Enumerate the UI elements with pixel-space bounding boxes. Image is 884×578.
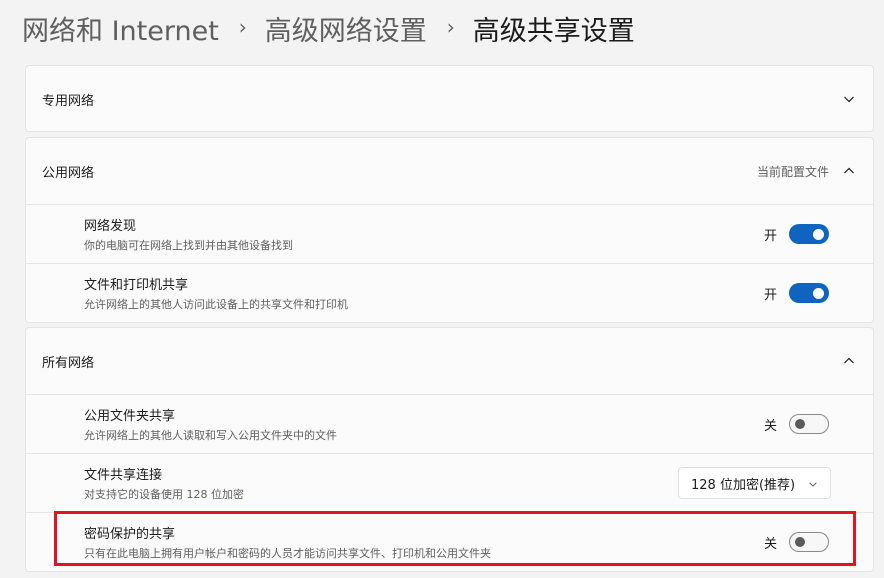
toggle-knob <box>795 537 805 547</box>
network-discovery-desc: 你的电脑可在网络上找到并由其他设备找到 <box>84 239 293 252</box>
public-folder-sharing-toggle[interactable] <box>789 414 829 434</box>
file-sharing-connections-desc: 对支持它的设备使用 128 位加密 <box>84 488 244 501</box>
password-protected-sharing-row: 密码保护的共享 只有在此电脑上拥有用户帐户和密码的人员才能访问共享文件、打印机和… <box>26 512 873 571</box>
encryption-dropdown-value: 128 位加密(推荐) <box>691 477 796 493</box>
file-printer-sharing-title: 文件和打印机共享 <box>84 278 189 293</box>
chevron-up-icon[interactable] <box>841 163 857 179</box>
file-printer-sharing-toggle[interactable] <box>789 283 829 303</box>
toggle-knob <box>795 419 805 429</box>
chevron-down-icon <box>808 474 818 493</box>
all-networks-card: 所有网络 公用文件夹共享 允许网络上的其他人读取和写入公用文件夹中的文件 关 文… <box>25 327 874 572</box>
file-printer-sharing-state: 开 <box>763 287 777 303</box>
all-networks-title: 所有网络 <box>42 355 95 371</box>
private-network-title: 专用网络 <box>42 93 95 109</box>
breadcrumb-separator: › <box>238 15 247 39</box>
file-printer-sharing-desc: 允许网络上的其他人访问此设备上的共享文件和打印机 <box>84 298 348 311</box>
toggle-knob <box>813 287 824 299</box>
breadcrumb: 网络和 Internet › 高级网络设置 › 高级共享设置 <box>22 8 635 48</box>
page-title: 高级共享设置 <box>472 15 635 47</box>
breadcrumb-network-internet[interactable]: 网络和 Internet <box>22 9 219 48</box>
breadcrumb-separator: › <box>446 15 455 39</box>
all-networks-header[interactable]: 所有网络 <box>26 328 873 394</box>
private-network-card: 专用网络 <box>25 65 874 132</box>
network-discovery-toggle[interactable] <box>789 224 829 244</box>
password-protected-sharing-desc: 只有在此电脑上拥有用户帐户和密码的人员才能访问共享文件、打印机和公用文件夹 <box>84 547 491 560</box>
public-folder-sharing-title: 公用文件夹共享 <box>84 409 176 424</box>
public-folder-sharing-state: 关 <box>763 418 777 434</box>
breadcrumb-advanced-network[interactable]: 高级网络设置 <box>265 9 427 48</box>
network-discovery-row: 网络发现 你的电脑可在网络上找到并由其他设备找到 开 <box>26 204 873 263</box>
password-protected-sharing-state: 关 <box>763 536 777 552</box>
file-printer-sharing-row: 文件和打印机共享 允许网络上的其他人访问此设备上的共享文件和打印机 开 <box>26 263 873 322</box>
encryption-dropdown[interactable]: 128 位加密(推荐) <box>678 467 831 499</box>
public-network-header[interactable]: 公用网络 当前配置文件 <box>26 138 873 204</box>
chevron-down-icon[interactable] <box>841 91 857 107</box>
network-discovery-title: 网络发现 <box>84 219 137 234</box>
public-network-card: 公用网络 当前配置文件 网络发现 你的电脑可在网络上找到并由其他设备找到 开 文… <box>25 137 874 323</box>
public-folder-sharing-row: 公用文件夹共享 允许网络上的其他人读取和写入公用文件夹中的文件 关 <box>26 394 873 453</box>
password-protected-sharing-toggle[interactable] <box>789 532 829 552</box>
file-sharing-connections-row: 文件共享连接 对支持它的设备使用 128 位加密 128 位加密(推荐) <box>26 453 873 512</box>
public-folder-sharing-desc: 允许网络上的其他人读取和写入公用文件夹中的文件 <box>84 429 337 442</box>
private-network-header[interactable]: 专用网络 <box>26 66 873 132</box>
toggle-knob <box>813 228 824 240</box>
network-discovery-state: 开 <box>763 228 777 244</box>
password-protected-sharing-title: 密码保护的共享 <box>84 527 176 542</box>
file-sharing-connections-title: 文件共享连接 <box>84 468 163 483</box>
public-network-title: 公用网络 <box>42 165 95 181</box>
chevron-up-icon[interactable] <box>841 353 857 369</box>
current-profile-label: 当前配置文件 <box>756 164 829 179</box>
